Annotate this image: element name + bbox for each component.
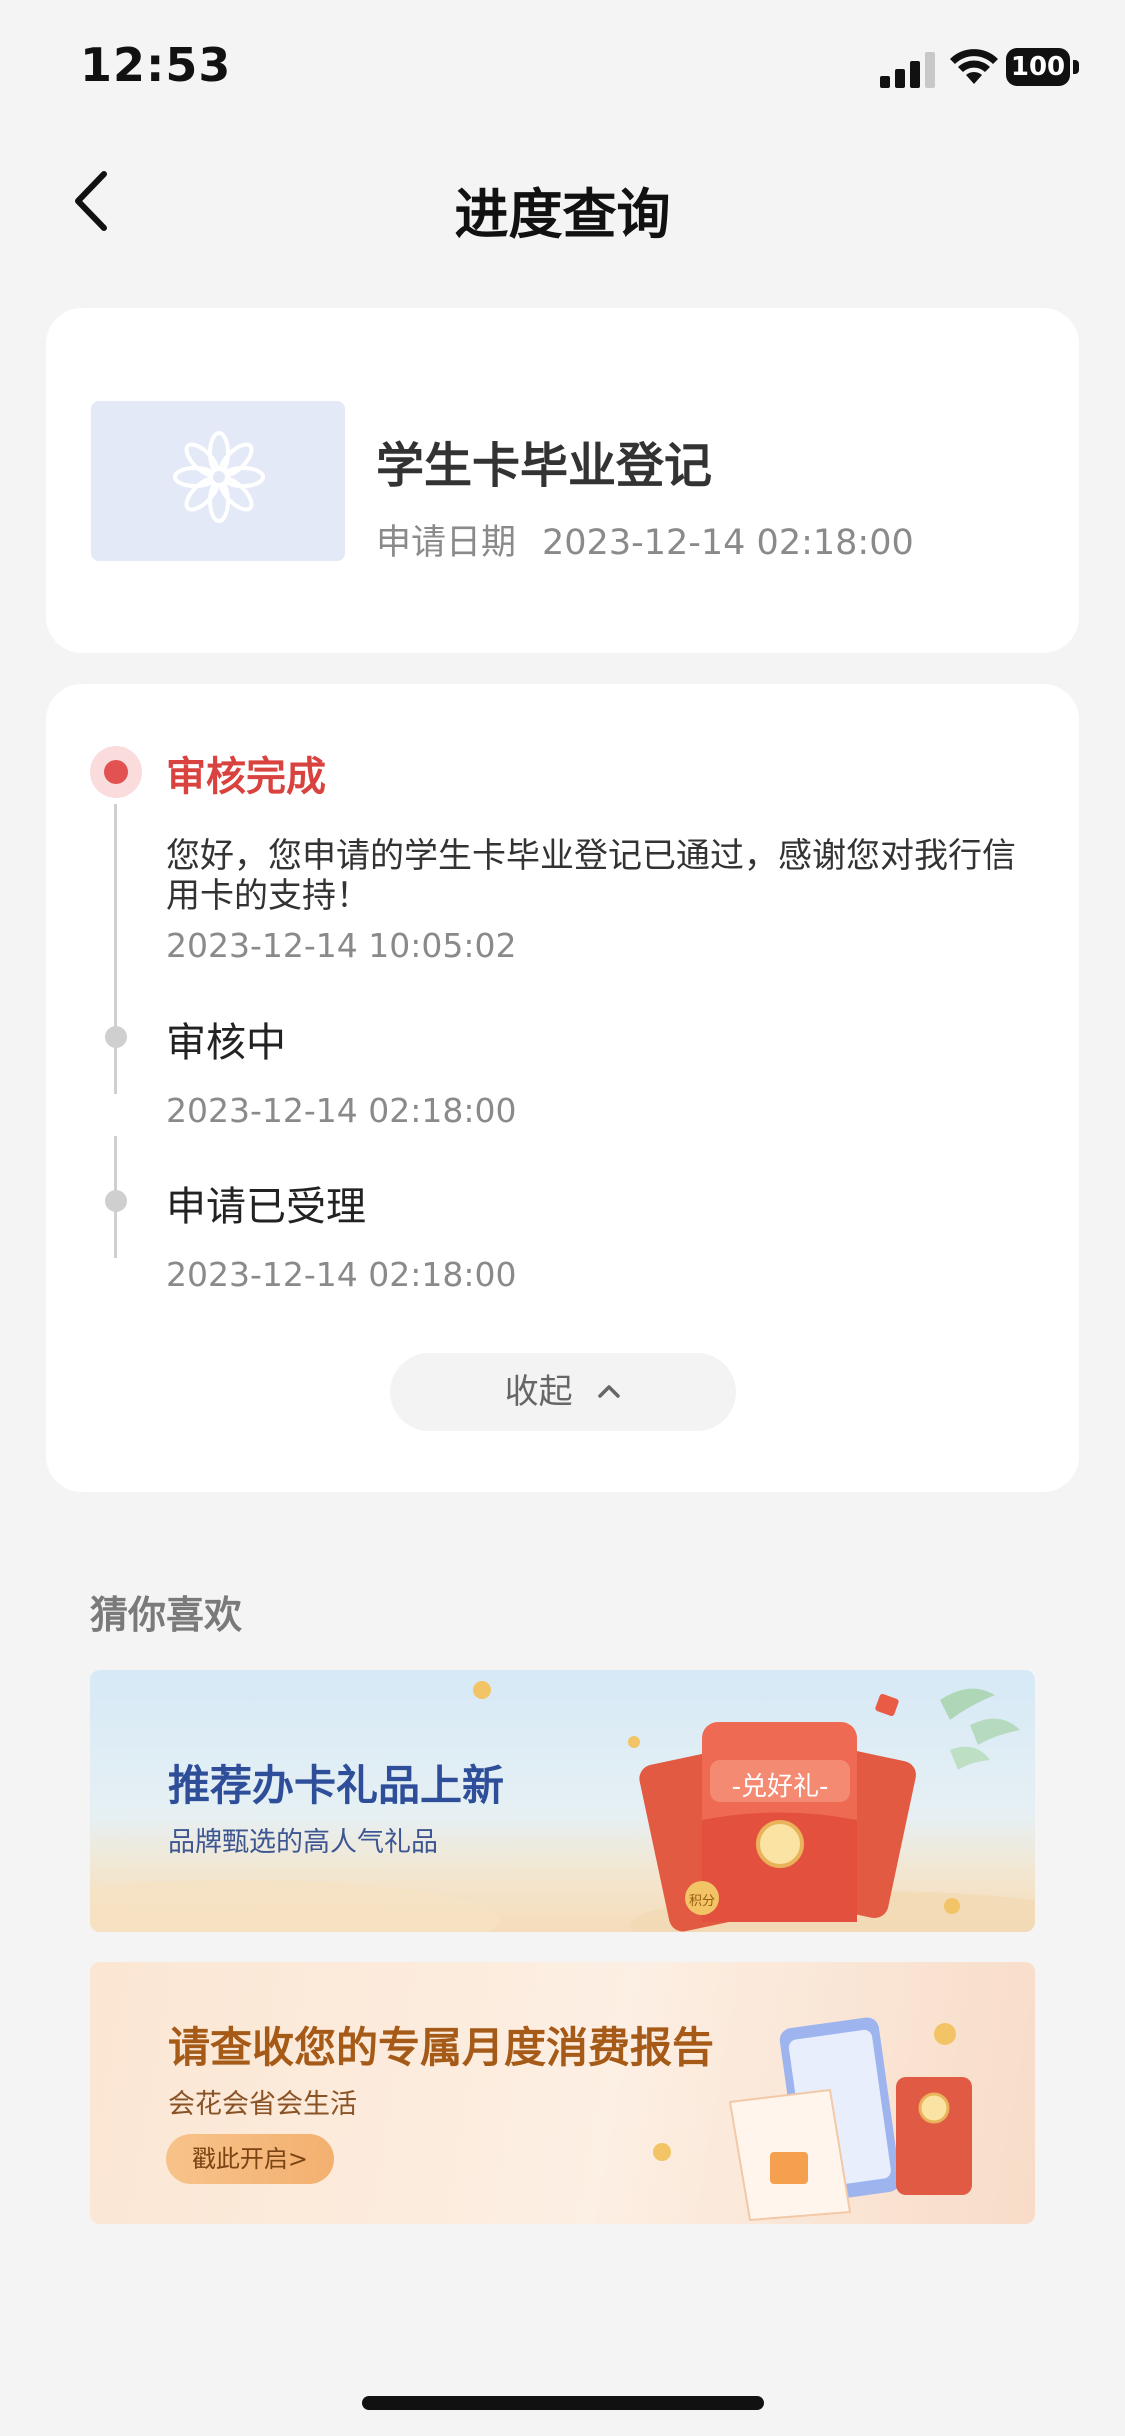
- progress-card: 审核完成 您好，您申请的学生卡毕业登记已通过，感谢您对我行信用卡的支持！ 202…: [46, 684, 1079, 1492]
- timeline-dot-active: [90, 746, 142, 798]
- wifi-icon: [950, 49, 998, 84]
- date-label: 申请日期: [376, 523, 517, 563]
- page-title: 进度查询: [454, 183, 671, 246]
- banner-badge: -兑好礼-: [731, 1772, 829, 1802]
- step-time-reviewing: 2023-12-14 02:18:00: [166, 1091, 517, 1130]
- banner-title: 推荐办卡礼品上新: [168, 1761, 505, 1810]
- step-time-accepted: 2023-12-14 02:18:00: [166, 1255, 517, 1294]
- signal-icon: [880, 52, 935, 88]
- card-thumbnail: [91, 401, 345, 561]
- collapse-label: 收起: [504, 1372, 573, 1412]
- timeline-dot: [105, 1026, 127, 1048]
- battery-icon: 100: [1006, 48, 1080, 88]
- timeline-dot: [105, 1190, 127, 1212]
- points-coin-label: 积分: [688, 1894, 715, 1909]
- step-title-approved: 审核完成: [166, 754, 326, 800]
- chevron-up-icon: [598, 1384, 621, 1398]
- open-report-button[interactable]: 戳此开启>: [166, 2134, 334, 2184]
- banner-card-gifts[interactable]: 推荐办卡礼品上新 品牌甄选的高人气礼品 -兑好礼- 积分: [90, 1670, 1035, 1932]
- battery-level: 100: [1006, 48, 1070, 86]
- step-description: 您好，您申请的学生卡毕业登记已通过，感谢您对我行信用卡的支持！: [166, 836, 1016, 916]
- home-indicator[interactable]: [362, 2396, 764, 2410]
- timeline-connector: [114, 804, 117, 1094]
- application-date: 申请日期 2023-12-14 02:18:00: [376, 514, 914, 565]
- banner-title: 请查收您的专属月度消费报告: [168, 2023, 715, 2072]
- banner-subtitle: 会花会省会生活: [168, 2089, 357, 2120]
- step-title-accepted: 申请已受理: [166, 1184, 366, 1230]
- step-time-approved: 2023-12-14 10:05:02: [166, 926, 517, 965]
- status-bar: 12:53 100: [0, 0, 1125, 130]
- application-card: 学生卡毕业登记 申请日期 2023-12-14 02:18:00: [46, 308, 1079, 653]
- application-title: 学生卡毕业登记: [376, 438, 713, 494]
- date-value: 2023-12-14 02:18:00: [542, 523, 914, 563]
- banner-subtitle: 品牌甄选的高人气礼品: [168, 1827, 438, 1858]
- collapse-button[interactable]: 收起: [390, 1353, 736, 1431]
- section-title: 猜你喜欢: [90, 1593, 243, 1637]
- step-title-reviewing: 审核中: [166, 1020, 286, 1066]
- flower-placeholder-icon: [173, 431, 265, 523]
- nav-bar: 进度查询: [0, 140, 1125, 260]
- status-time: 12:53: [80, 38, 232, 92]
- banner-card-report[interactable]: 请查收您的专属月度消费报告 会花会省会生活 戳此开启>: [90, 1962, 1035, 2224]
